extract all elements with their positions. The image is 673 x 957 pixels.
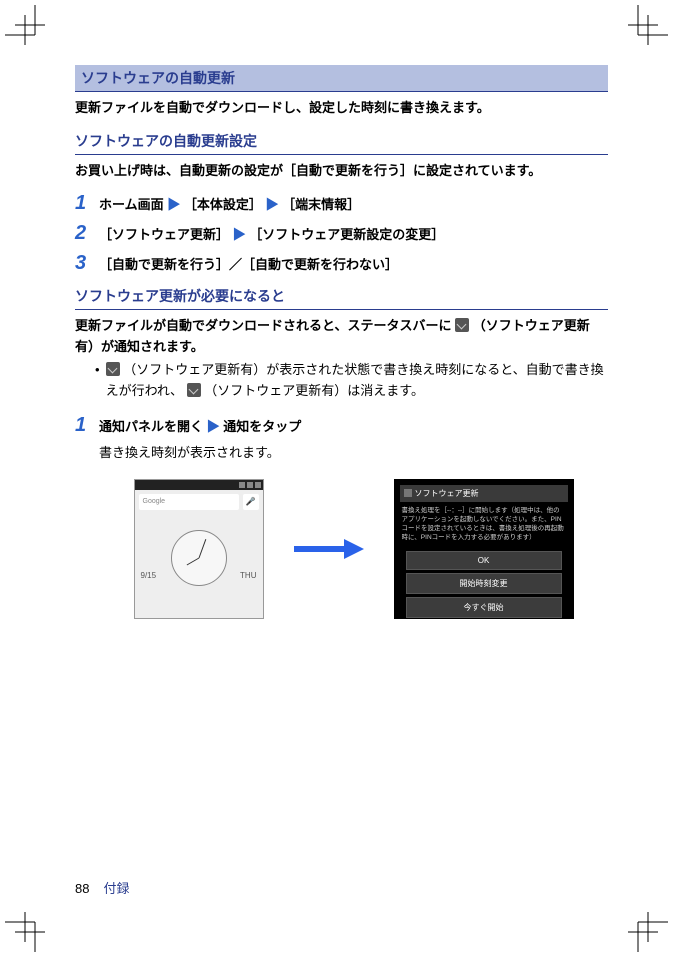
bullet-icon: •	[95, 360, 100, 402]
paragraph: 更新ファイルが自動でダウンロードされると、ステータスバーに （ソフトウェア更新有…	[75, 316, 608, 358]
step-body: 通知パネルを開く ▶ 通知をタップ	[99, 417, 301, 438]
analog-clock-icon	[171, 530, 227, 586]
step-text: 通知をタップ	[223, 419, 301, 434]
bullet-text-part: （ソフトウェア更新有）は消えます。	[204, 383, 424, 398]
step-body: ［自動で更新を行う］／［自動で更新を行わない］	[99, 255, 398, 276]
step-body: ホーム画面 ▶ ［本体設定］ ▶ ［端末情報］	[99, 195, 360, 216]
update-available-icon	[187, 383, 201, 397]
phone-statusbar	[135, 480, 263, 490]
bullet-text: （ソフトウェア更新有）が表示された状態で書き換え時刻になると、自動で書き換えが行…	[106, 360, 608, 402]
step-body: ［ソフトウェア更新］ ▶ ［ソフトウェア更新設定の変更］	[99, 225, 444, 246]
phone-screenshot-home: Google 🎤 9/15 THU	[134, 479, 264, 619]
dialog-ok-button: OK	[406, 551, 562, 570]
page-number: 88	[75, 881, 89, 896]
step-subtext: 書き換え時刻が表示されます。	[99, 443, 608, 463]
figure-row: Google 🎤 9/15 THU ソフトウェア更新 書換え処理を［--：--］…	[99, 479, 608, 619]
step-text: ホーム画面	[99, 197, 164, 212]
arrow-icon: ▶	[167, 197, 180, 212]
default-setting-note: お買い上げ時は、自動更新の設定が［自動で更新を行う］に設定されています。	[75, 161, 608, 181]
step-number: 2	[75, 222, 91, 245]
step-text: ［ソフトウェア更新］	[99, 227, 229, 242]
arrow-icon: ▶	[207, 419, 220, 434]
crop-mark-tr	[628, 5, 668, 45]
dialog-start-now-button: 今すぐ開始	[406, 597, 562, 618]
dialog-message: 書換え処理を［--：--］に開始します（処理中は、他のアプリケーションを起動しな…	[400, 506, 568, 548]
arrow-right-icon	[294, 539, 364, 559]
update-available-icon	[455, 318, 469, 332]
crop-mark-bl	[5, 912, 45, 952]
crop-mark-tl	[5, 5, 45, 45]
para-text: 更新ファイルが自動でダウンロードされると、ステータスバーに	[75, 318, 451, 333]
dialog-icon	[404, 489, 412, 497]
mic-icon: 🎤	[243, 494, 259, 510]
google-search-widget: Google	[139, 494, 239, 510]
dialog-change-time-button: 開始時刻変更	[406, 573, 562, 594]
step-number: 3	[75, 252, 91, 275]
dialog-title: ソフトウェア更新	[400, 485, 568, 502]
phone-search-row: Google 🎤	[135, 490, 263, 514]
sub-header-settings: ソフトウェアの自動更新設定	[75, 128, 608, 155]
sub-header-needed: ソフトウェア更新が必要になると	[75, 283, 608, 310]
arrow-icon: ▶	[266, 197, 279, 212]
intro-text: 更新ファイルを自動でダウンロードし、設定した時刻に書き換えます。	[75, 98, 608, 118]
bullet-item: • （ソフトウェア更新有）が表示された状態で書き換え時刻になると、自動で書き換え…	[95, 360, 608, 402]
step-a2: 2 ［ソフトウェア更新］ ▶ ［ソフトウェア更新設定の変更］	[75, 222, 608, 246]
section-header: ソフトウェアの自動更新	[75, 65, 608, 92]
step-text: ［本体設定］	[184, 197, 262, 212]
step-text: ［ソフトウェア更新設定の変更］	[249, 227, 444, 242]
step-a3: 3 ［自動で更新を行う］／［自動で更新を行わない］	[75, 252, 608, 276]
arrow-icon: ▶	[233, 227, 246, 242]
section-name: 付録	[103, 878, 129, 897]
phone-screenshot-dialog: ソフトウェア更新 書換え処理を［--：--］に開始します（処理中は、他のアプリケ…	[394, 479, 574, 619]
page-content: ソフトウェアの自動更新 更新ファイルを自動でダウンロードし、設定した時刻に書き換…	[75, 65, 608, 619]
step-text: ［端末情報］	[282, 197, 360, 212]
page-footer: 88 付録	[75, 878, 129, 897]
step-number: 1	[75, 192, 91, 215]
step-number: 1	[75, 414, 91, 437]
step-b1: 1 通知パネルを開く ▶ 通知をタップ	[75, 414, 608, 438]
step-text: 通知パネルを開く	[99, 419, 203, 434]
day-label: THU	[240, 571, 256, 580]
step-a1: 1 ホーム画面 ▶ ［本体設定］ ▶ ［端末情報］	[75, 192, 608, 216]
date-label: 9/15	[141, 571, 157, 580]
crop-mark-br	[628, 912, 668, 952]
dialog-title-text: ソフトウェア更新	[415, 488, 479, 499]
update-available-icon	[106, 362, 120, 376]
